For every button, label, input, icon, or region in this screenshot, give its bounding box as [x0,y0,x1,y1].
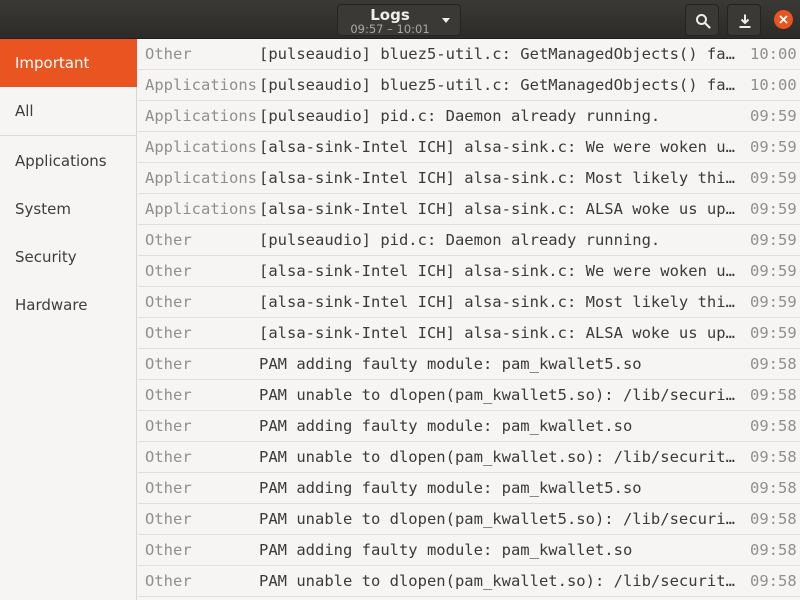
log-row[interactable]: Applications [alsa-sink-Intel ICH] alsa-s… [138,163,800,194]
log-message: [pulseaudio] bluez5-util.c: GetManagedOb… [259,76,737,94]
log-message: [alsa-sink-Intel ICH] alsa-sink.c: ALSA … [259,324,737,342]
log-message: [alsa-sink-Intel ICH] alsa-sink.c: ALSA … [259,200,737,218]
log-time: 09:58 [750,479,797,497]
log-message: [alsa-sink-Intel ICH] alsa-sink.c: Most … [259,293,737,311]
log-message: [pulseaudio] pid.c: Daemon already runni… [259,107,661,125]
sidebar-item-applications[interactable]: Applications [0,137,137,185]
log-message: [alsa-sink-Intel ICH] alsa-sink.c: Most … [259,169,737,187]
time-range-selector[interactable]: Logs 09:57 – 10:01 [337,4,461,36]
log-category: Other [145,262,192,280]
log-message: PAM unable to dlopen(pam_kwallet5.so): /… [259,510,737,528]
search-icon [696,14,711,29]
log-category: Other [145,386,192,404]
log-time: 09:58 [750,386,797,404]
log-message: PAM unable to dlopen(pam_kwallet.so): /l… [259,572,737,590]
download-icon [739,14,751,28]
log-category: Other [145,355,192,373]
close-icon [779,15,788,24]
log-time: 09:59 [750,107,797,125]
log-row[interactable]: Other PAM unable to dlopen(pam_kwallet5.s… [138,504,800,535]
log-time: 09:58 [750,572,797,590]
log-row[interactable]: Other PAM unable to dlopen(pam_kwallet.so… [138,442,800,473]
log-time: 09:58 [750,448,797,466]
log-message: [pulseaudio] bluez5-util.c: GetManagedOb… [259,45,737,63]
log-category: Other [145,541,192,559]
sidebar-item-important[interactable]: Important [0,39,137,87]
log-category: Applications [145,107,257,125]
log-message: PAM adding faulty module: pam_kwallet5.s… [259,355,642,373]
sidebar-item-system[interactable]: System [0,185,137,233]
log-row[interactable]: Other [alsa-sink-Intel ICH] alsa-sink.c: … [138,256,800,287]
sidebar-divider [0,135,137,136]
category-sidebar: Important All Applications System Securi… [0,39,137,600]
log-row[interactable]: Applications [alsa-sink-Intel ICH] alsa-s… [138,194,800,225]
sidebar-item-hardware[interactable]: Hardware [0,281,137,329]
log-row[interactable]: Applications [alsa-sink-Intel ICH] alsa-s… [138,132,800,163]
log-category: Other [145,231,192,249]
log-message: PAM unable to dlopen(pam_kwallet5.so): /… [259,386,737,404]
log-time: 10:00 [750,76,797,94]
sidebar-item-security[interactable]: Security [0,233,137,281]
log-message: PAM adding faulty module: pam_kwallet.so [259,541,633,559]
log-time: 09:59 [750,200,797,218]
close-button[interactable] [774,10,793,29]
log-row[interactable]: Other PAM unable to dlopen(pam_kwallet.so… [138,566,800,597]
log-row[interactable]: Other [pulseaudio] pid.c: Daemon already … [138,225,800,256]
log-message: [alsa-sink-Intel ICH] alsa-sink.c: We we… [259,138,737,156]
log-message: PAM unable to dlopen(pam_kwallet.so): /l… [259,448,737,466]
header-bar: Logs 09:57 – 10:01 [0,0,800,39]
log-category: Other [145,479,192,497]
log-category: Applications [145,200,257,218]
log-row[interactable]: Other [pulseaudio] bluez5-util.c: GetMana… [138,39,800,70]
export-button[interactable] [727,4,761,36]
log-time: 09:59 [750,262,797,280]
log-category: Other [145,324,192,342]
log-category: Other [145,417,192,435]
log-time: 09:59 [750,138,797,156]
log-category: Applications [145,76,257,94]
log-time: 09:58 [750,510,797,528]
log-row[interactable]: Other PAM adding faulty module: pam_kwall… [138,411,800,442]
log-time: 09:58 [750,355,797,373]
log-message: [alsa-sink-Intel ICH] alsa-sink.c: We we… [259,262,737,280]
log-time: 09:58 [750,541,797,559]
log-category: Other [145,510,192,528]
log-category: Applications [145,138,257,156]
log-time: 09:58 [750,417,797,435]
log-category: Other [145,293,192,311]
log-time: 09:59 [750,231,797,249]
log-category: Applications [145,169,257,187]
chevron-down-icon [442,18,450,23]
log-message: PAM adding faulty module: pam_kwallet.so [259,417,633,435]
log-row[interactable]: Other PAM adding faulty module: pam_kwall… [138,349,800,380]
log-row[interactable]: Other PAM unable to dlopen(pam_kwallet5.s… [138,380,800,411]
log-row[interactable]: Other PAM adding faulty module: pam_kwall… [138,473,800,504]
search-button[interactable] [685,4,719,36]
log-row[interactable]: Applications [pulseaudio] pid.c: Daemon a… [138,101,800,132]
sidebar-item-all[interactable]: All [0,87,137,135]
log-category: Other [145,572,192,590]
log-row[interactable]: Applications [pulseaudio] bluez5-util.c: … [138,70,800,101]
log-category: Other [145,45,192,63]
log-row[interactable]: Other [alsa-sink-Intel ICH] alsa-sink.c: … [138,318,800,349]
log-message: [pulseaudio] pid.c: Daemon already runni… [259,231,661,249]
log-time: 09:59 [750,324,797,342]
time-range-label: 09:57 – 10:01 [350,22,430,36]
log-time: 10:00 [750,45,797,63]
log-category: Other [145,448,192,466]
log-time: 09:59 [750,293,797,311]
log-time: 09:59 [750,169,797,187]
log-row[interactable]: Other [alsa-sink-Intel ICH] alsa-sink.c: … [138,287,800,318]
log-list[interactable]: Other [pulseaudio] bluez5-util.c: GetMana… [138,39,800,600]
log-message: PAM adding faulty module: pam_kwallet5.s… [259,479,642,497]
log-row[interactable]: Other PAM adding faulty module: pam_kwall… [138,535,800,566]
